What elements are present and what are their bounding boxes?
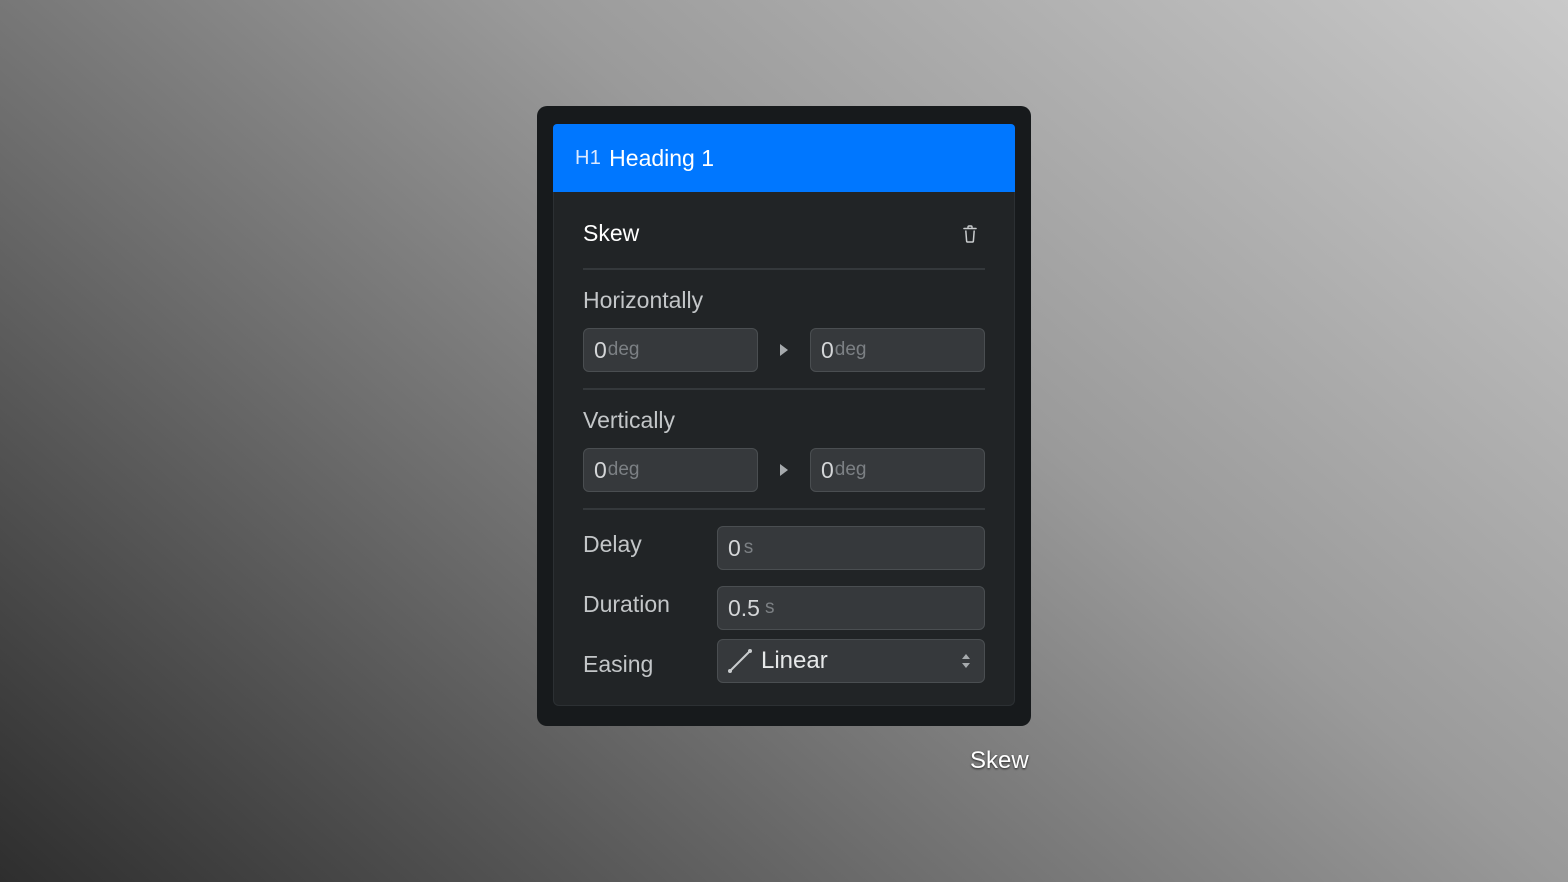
vertical-from-input[interactable]: 0 deg <box>583 448 758 492</box>
divider <box>583 268 985 270</box>
horizontal-from-input[interactable]: 0 deg <box>583 328 758 372</box>
duration-unit: s <box>764 597 775 618</box>
horizontal-to-input[interactable]: 0 deg <box>810 328 985 372</box>
vertical-from-value: 0 <box>594 456 607 483</box>
easing-label: Easing <box>583 651 654 677</box>
play-arrow-icon <box>780 344 788 356</box>
linear-curve-icon <box>728 649 752 673</box>
section-title: Skew <box>583 220 640 246</box>
trash-icon[interactable] <box>961 224 979 244</box>
delay-unit: s <box>743 537 754 558</box>
duration-value: 0.5 <box>728 594 760 621</box>
vertical-from-unit: deg <box>607 459 640 480</box>
horizontal-to-value: 0 <box>821 336 834 363</box>
duration-label: Duration <box>583 591 670 617</box>
horizontal-to-unit: deg <box>834 339 867 360</box>
select-stepper-icon <box>962 654 970 668</box>
vertically-label: Vertically <box>583 407 676 433</box>
easing-select[interactable]: Linear <box>717 639 985 683</box>
easing-value: Linear <box>761 647 828 674</box>
divider <box>583 388 985 390</box>
delay-label: Delay <box>583 531 642 557</box>
duration-input[interactable]: 0.5 s <box>717 586 985 630</box>
horizontally-label: Horizontally <box>583 287 704 313</box>
skew-animation-panel: H1 Heading 1 Skew Horizontally 0 deg 0 d… <box>537 106 1031 726</box>
vertical-to-input[interactable]: 0 deg <box>810 448 985 492</box>
horizontal-from-value: 0 <box>594 336 607 363</box>
play-arrow-icon <box>780 464 788 476</box>
trash-icon-graphic <box>963 225 977 243</box>
delay-input[interactable]: 0 s <box>717 526 985 570</box>
vertical-to-unit: deg <box>834 459 867 480</box>
heading-level-tag: H1 <box>575 146 602 169</box>
divider <box>583 508 985 510</box>
skew-settings-card: Skew Horizontally 0 deg 0 deg Vertically… <box>553 192 1015 706</box>
delay-value: 0 <box>728 534 741 561</box>
layer-title: Heading 1 <box>609 144 715 171</box>
horizontal-from-unit: deg <box>607 339 640 360</box>
vertical-to-value: 0 <box>821 456 834 483</box>
layer-header[interactable]: H1 Heading 1 <box>553 124 1015 192</box>
preview-caption: Skew <box>970 747 1029 774</box>
